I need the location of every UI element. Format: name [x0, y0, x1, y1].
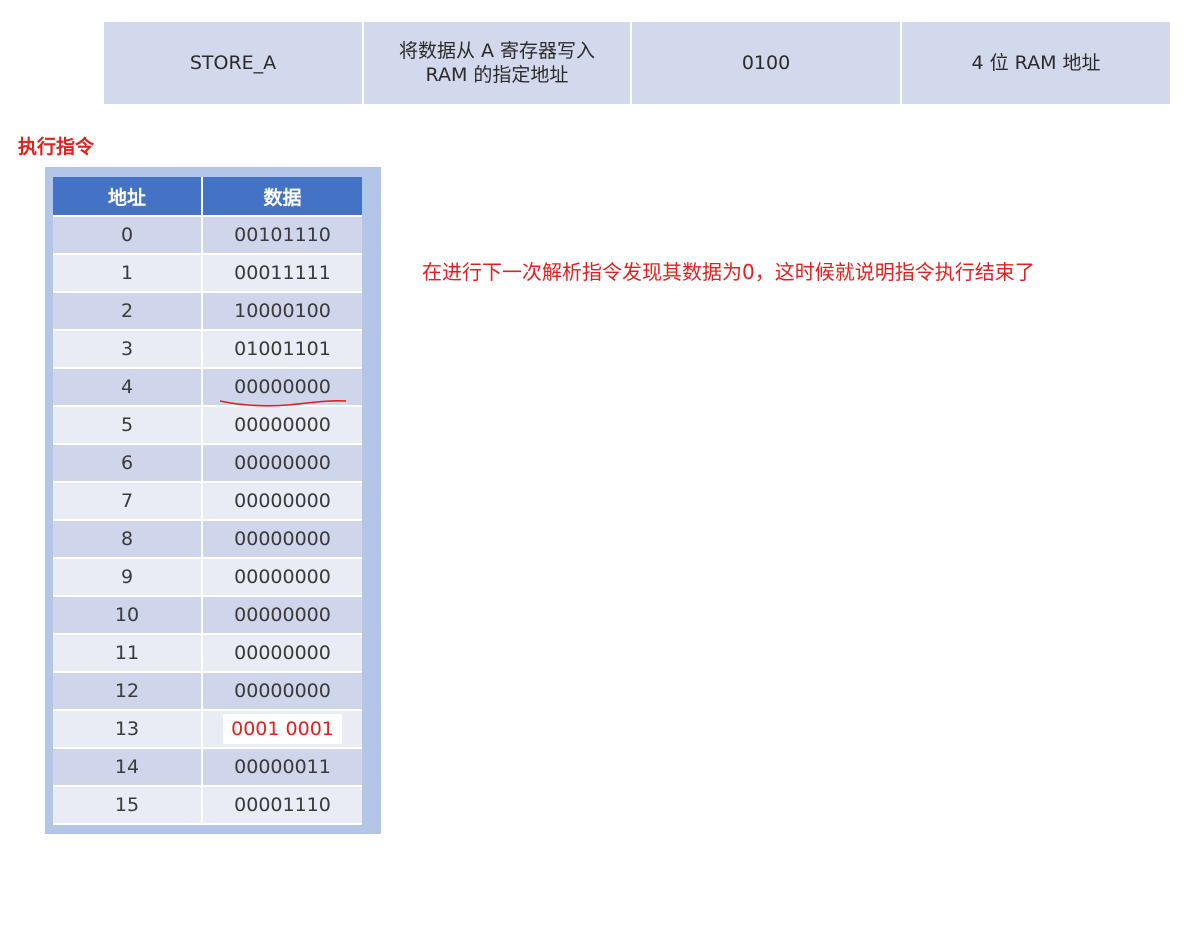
data-cell: 00011111	[203, 255, 362, 293]
table-row: 14 00000011	[53, 749, 362, 787]
data-cell: 00000000	[203, 635, 362, 673]
memory-table-header-row: 地址 数据	[53, 177, 362, 217]
table-row: 7 00000000	[53, 483, 362, 521]
data-cell: 10000100	[203, 293, 362, 331]
instruction-description: 将数据从 A 寄存器写入 RAM 的指定地址	[364, 22, 632, 104]
address-cell: 6	[53, 445, 203, 483]
address-cell: 7	[53, 483, 203, 521]
table-row: 10 00000000	[53, 597, 362, 635]
table-row: 2 10000100	[53, 293, 362, 331]
table-row: 13 0001 0001	[53, 711, 362, 749]
data-cell: 00000000	[203, 407, 362, 445]
table-row: 0 00101110	[53, 217, 362, 255]
instruction-description-line2: RAM 的指定地址	[425, 64, 569, 86]
data-cell: 00101110	[203, 217, 362, 255]
handwritten-underline-mark	[219, 400, 347, 407]
section-title: 执行指令	[18, 136, 95, 158]
data-cell: 00000000	[203, 483, 362, 521]
data-cell: 00000000	[203, 559, 362, 597]
data-cell: 01001101	[203, 331, 362, 369]
data-cell: 0001 0001	[203, 711, 362, 749]
data-column-header: 数据	[203, 177, 362, 217]
address-cell: 8	[53, 521, 203, 559]
address-cell: 3	[53, 331, 203, 369]
memory-table-frame: 地址 数据 0 00101110 1 00011111 2 10000100 3 010011…	[45, 167, 381, 834]
instruction-opcode: 0100	[632, 22, 902, 104]
address-cell: 14	[53, 749, 203, 787]
table-row: 9 00000000	[53, 559, 362, 597]
table-row: 12 00000000	[53, 673, 362, 711]
table-row: 1 00011111	[53, 255, 362, 293]
data-cell: 00000011	[203, 749, 362, 787]
address-column-header: 地址	[53, 177, 203, 217]
memory-table: 地址 数据 0 00101110 1 00011111 2 10000100 3 010011…	[53, 177, 362, 825]
address-cell: 15	[53, 787, 203, 825]
address-cell: 9	[53, 559, 203, 597]
data-cell: 00000000	[203, 597, 362, 635]
address-cell: 10	[53, 597, 203, 635]
address-cell: 13	[53, 711, 203, 749]
table-row: 3 01001101	[53, 331, 362, 369]
address-cell: 0	[53, 217, 203, 255]
address-cell: 5	[53, 407, 203, 445]
instruction-row: STORE_A 将数据从 A 寄存器写入 RAM 的指定地址 0100 4 位 …	[104, 22, 1170, 104]
instruction-description-line1: 将数据从 A 寄存器写入	[398, 40, 596, 62]
instruction-operand: 4 位 RAM 地址	[971, 52, 1101, 74]
address-cell: 4	[53, 369, 203, 407]
table-row: 11 00000000	[53, 635, 362, 673]
address-cell: 11	[53, 635, 203, 673]
address-cell: 2	[53, 293, 203, 331]
address-cell: 1	[53, 255, 203, 293]
table-row: 8 00000000	[53, 521, 362, 559]
address-cell: 12	[53, 673, 203, 711]
table-row: 6 00000000	[53, 445, 362, 483]
data-cell: 00000000	[203, 521, 362, 559]
memory-table-body: 0 00101110 1 00011111 2 10000100 3 01001101 4 000…	[53, 217, 362, 825]
instruction-mnemonic: STORE_A	[104, 22, 364, 104]
data-cell: 00000000	[203, 445, 362, 483]
data-cell: 00001110	[203, 787, 362, 825]
data-cell: 00000000	[203, 673, 362, 711]
highlighted-data-value: 0001 0001	[223, 714, 342, 744]
table-row: 15 00001110	[53, 787, 362, 825]
annotation-note: 在进行下一次解析指令发现其数据为0，这时候就说明指令执行结束了	[422, 260, 1035, 284]
table-row: 5 00000000	[53, 407, 362, 445]
